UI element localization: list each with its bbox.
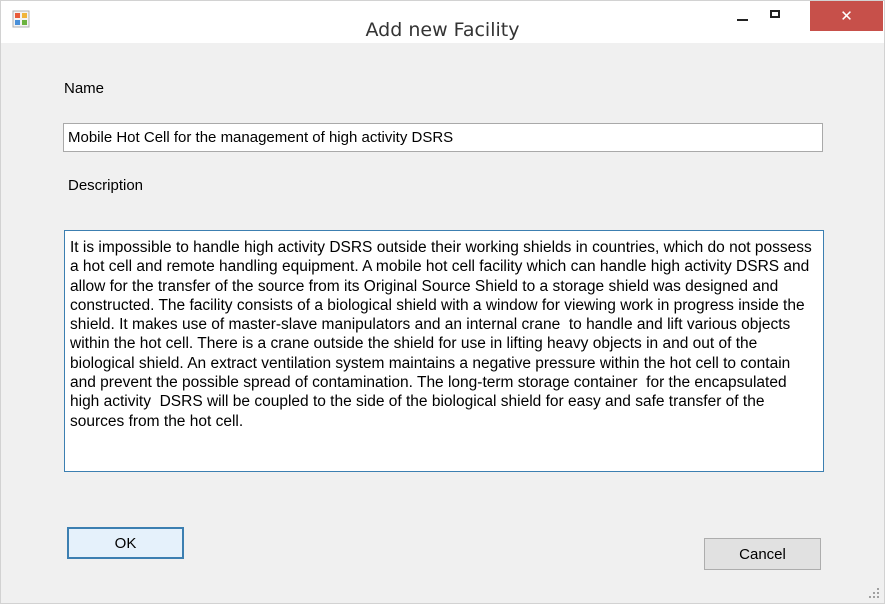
close-button[interactable]: ✕: [810, 1, 883, 31]
maximize-button[interactable]: [760, 1, 790, 32]
ok-button[interactable]: OK: [67, 527, 184, 559]
name-input[interactable]: [63, 123, 823, 152]
minimize-icon: [736, 18, 748, 21]
cancel-button[interactable]: Cancel: [704, 538, 821, 570]
close-icon: ✕: [840, 8, 853, 25]
minimize-button[interactable]: [727, 1, 757, 32]
name-label: Name: [64, 80, 105, 97]
description-textarea[interactable]: It is impossible to handle high activity…: [64, 230, 824, 472]
add-facility-dialog: Add new Facility ✕ Name Description It i…: [0, 0, 885, 604]
description-label: Description: [68, 177, 144, 194]
maximize-icon: [770, 9, 780, 18]
resize-grip-icon[interactable]: [868, 587, 880, 599]
title-bar[interactable]: Add new Facility ✕: [1, 1, 884, 43]
